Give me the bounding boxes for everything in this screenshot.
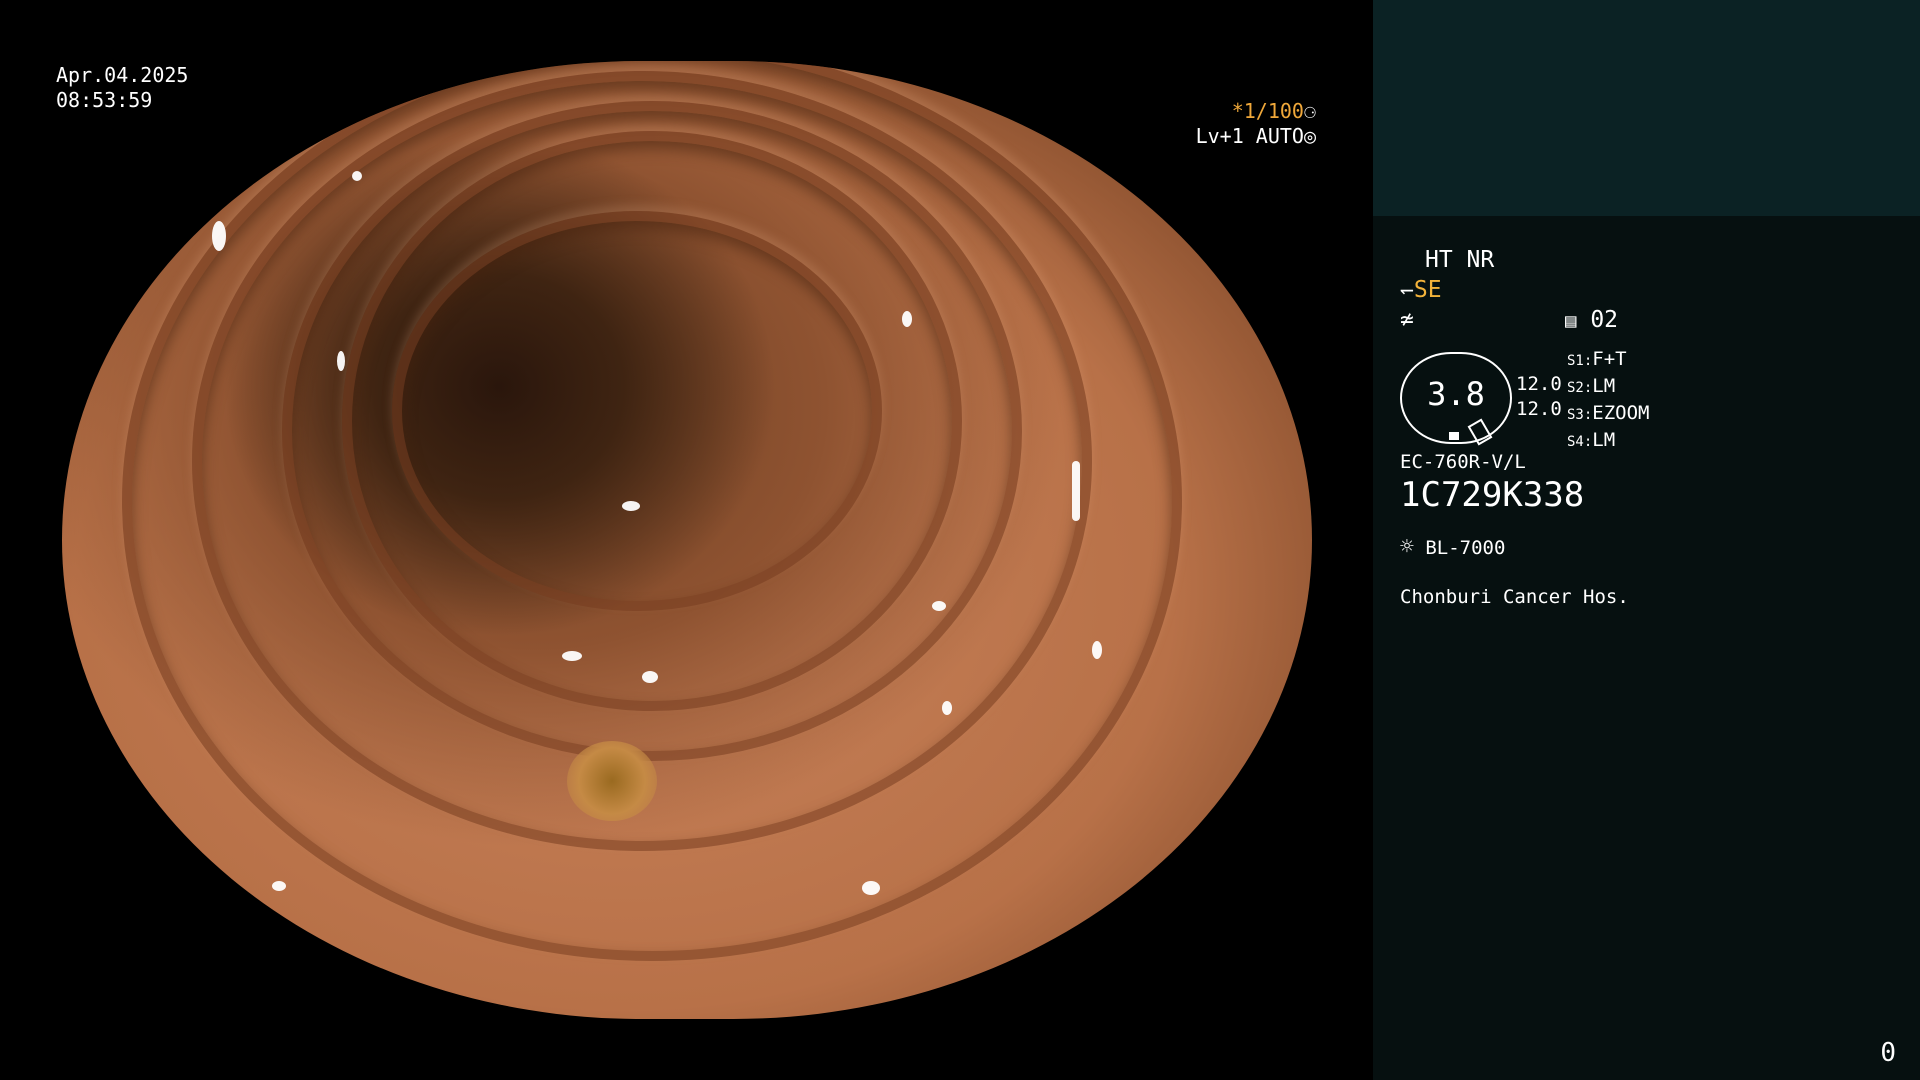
thumbnail-panel — [1373, 0, 1920, 216]
scope-serial: 1C729K338 — [1400, 475, 1585, 515]
file-number: 02 — [1590, 307, 1619, 333]
date-label: Apr.04.2025 — [56, 63, 189, 87]
specular-highlight — [352, 171, 362, 181]
ht-nr-label: HT NR — [1425, 247, 1495, 273]
datetime: Apr.04.2025 08:53:59 — [56, 63, 188, 113]
shutter-label: *1/100 — [1231, 99, 1304, 123]
lesion-spot — [567, 741, 657, 821]
iris-label: Lv+1 AUTO — [1195, 124, 1304, 148]
specular-highlight — [932, 601, 946, 611]
zoom-indicator: 3.8 — [1400, 352, 1512, 446]
light-source-label: BL-7000 — [1425, 537, 1506, 559]
specular-highlight — [942, 701, 952, 715]
se-label: SE — [1413, 277, 1442, 303]
switch-row: S2:LM — [1567, 374, 1650, 401]
switch-key: S2: — [1567, 380, 1593, 396]
specular-highlight — [1092, 641, 1102, 659]
switch-value: LM — [1592, 375, 1616, 397]
mucosal-fold — [392, 211, 882, 611]
specular-highlight — [562, 651, 582, 661]
switch-row: S1:F+T — [1567, 347, 1650, 374]
structure-enhance-icon: ↽ — [1400, 277, 1414, 303]
file-icon: ▤ — [1565, 310, 1577, 332]
zoom-value: 3.8 — [1427, 375, 1485, 413]
switch-key: S4: — [1567, 434, 1593, 450]
file-row: ▤ 02 — [1565, 306, 1618, 335]
specular-highlight — [337, 351, 345, 371]
switch-row: S4:LM — [1567, 428, 1650, 455]
iris-row: Lv+1 AUTO◎ — [1196, 124, 1316, 149]
specular-highlight — [272, 881, 286, 891]
switch-value: EZOOM — [1592, 402, 1650, 424]
endoscope-view — [62, 61, 1312, 1019]
iris-icon: ◎ — [1303, 124, 1316, 148]
switch-key: S3: — [1567, 407, 1593, 423]
hospital-name: Chonburi Cancer Hos. — [1400, 586, 1629, 608]
light-source-icon: ☼ — [1400, 534, 1414, 560]
range-value-2: 12.0 — [1516, 398, 1562, 420]
specular-highlight — [642, 671, 658, 683]
switch-value: F+T — [1592, 348, 1627, 370]
angle-mark — [1467, 418, 1493, 446]
shutter-row: *1/100⚆ — [1196, 99, 1316, 124]
specular-highlight — [622, 501, 640, 511]
af-icon: ≄ — [1400, 307, 1414, 333]
switch-value: LM — [1592, 429, 1616, 451]
switch-row: S3:EZOOM — [1567, 401, 1650, 428]
exposure-info: *1/100⚆ Lv+1 AUTO◎ — [1196, 99, 1316, 149]
switch-key: S1: — [1567, 353, 1593, 369]
aperture-icon: ⚆ — [1303, 99, 1316, 123]
switch-list: S1:F+T S2:LM S3:EZOOM S4:LM — [1567, 347, 1650, 455]
specular-highlight — [212, 221, 226, 251]
specular-highlight — [902, 311, 912, 327]
image-counter: 0 — [1880, 1038, 1896, 1068]
specular-highlight — [1072, 461, 1080, 521]
specular-highlight — [862, 881, 880, 895]
position-mark — [1449, 432, 1459, 440]
info-panel: HT NR ↽SE ≄ ▤ 02 3.8 12.0 12.0 S1:F+T S2… — [1373, 216, 1920, 1080]
se-row: ↽SE — [1400, 276, 1442, 304]
time-label: 08:53:59 — [56, 88, 153, 112]
scope-model: EC-760R-V/L — [1400, 451, 1526, 473]
range-value-1: 12.0 — [1516, 373, 1562, 395]
light-source-row: ☼ BL-7000 — [1400, 533, 1505, 562]
